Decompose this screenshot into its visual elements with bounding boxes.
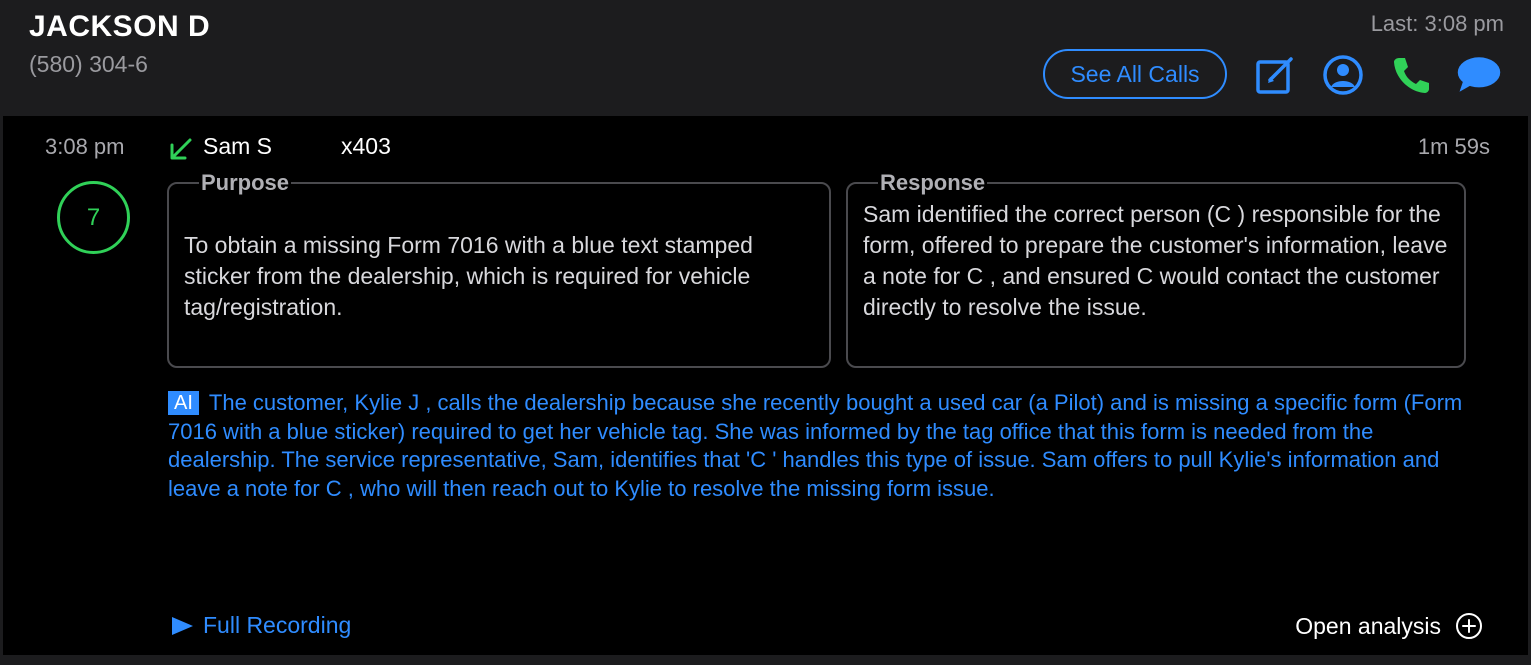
call-duration: 1m 59s — [1417, 134, 1490, 159]
contact-header: JACKSON D (580) 304-6 Last: 3:08 pm See … — [3, 0, 1528, 116]
contact-name: JACKSON D — [29, 10, 211, 43]
response-box: Response Sam identified the correct pers… — [846, 170, 1466, 368]
full-recording-label: Full Recording — [203, 612, 352, 638]
agent-name: Sam S — [203, 133, 273, 159]
play-icon — [172, 616, 193, 635]
purpose-text: To obtain a missing Form 7016 with a blu… — [184, 232, 753, 320]
call-detail-panel: JACKSON D (580) 304-6 Last: 3:08 pm See … — [0, 0, 1531, 665]
phone-icon[interactable] — [1388, 52, 1434, 98]
incoming-call-icon — [170, 138, 192, 160]
message-icon[interactable] — [1456, 52, 1502, 98]
ai-summary-text: The customer, Kylie J , calls the dealer… — [168, 390, 1463, 501]
open-analysis-link[interactable]: Open analysis — [1295, 612, 1483, 640]
purpose-title: Purpose — [199, 170, 292, 196]
response-title: Response — [878, 170, 988, 196]
response-text: Sam identified the correct person (C ) r… — [863, 201, 1448, 320]
call-score-badge: 7 — [57, 181, 130, 254]
compose-icon[interactable] — [1252, 52, 1298, 98]
ai-badge: AI — [168, 391, 199, 415]
contact-phone: (580) 304-6 — [29, 51, 148, 77]
full-recording-link[interactable]: Full Recording — [170, 612, 351, 639]
plus-circle-icon — [1456, 613, 1482, 639]
purpose-box: Purpose To obtain a missing Form 7016 wi… — [167, 170, 831, 368]
see-all-calls-button[interactable]: See All Calls — [1043, 49, 1227, 99]
ai-summary: AI The customer, Kylie J , calls the deal… — [168, 389, 1468, 503]
profile-icon[interactable] — [1320, 52, 1366, 98]
last-call-time: Last: 3:08 pm — [1370, 11, 1504, 36]
open-analysis-label: Open analysis — [1295, 612, 1441, 639]
agent-extension: x403 — [341, 133, 391, 159]
call-time: 3:08 pm — [45, 134, 125, 159]
